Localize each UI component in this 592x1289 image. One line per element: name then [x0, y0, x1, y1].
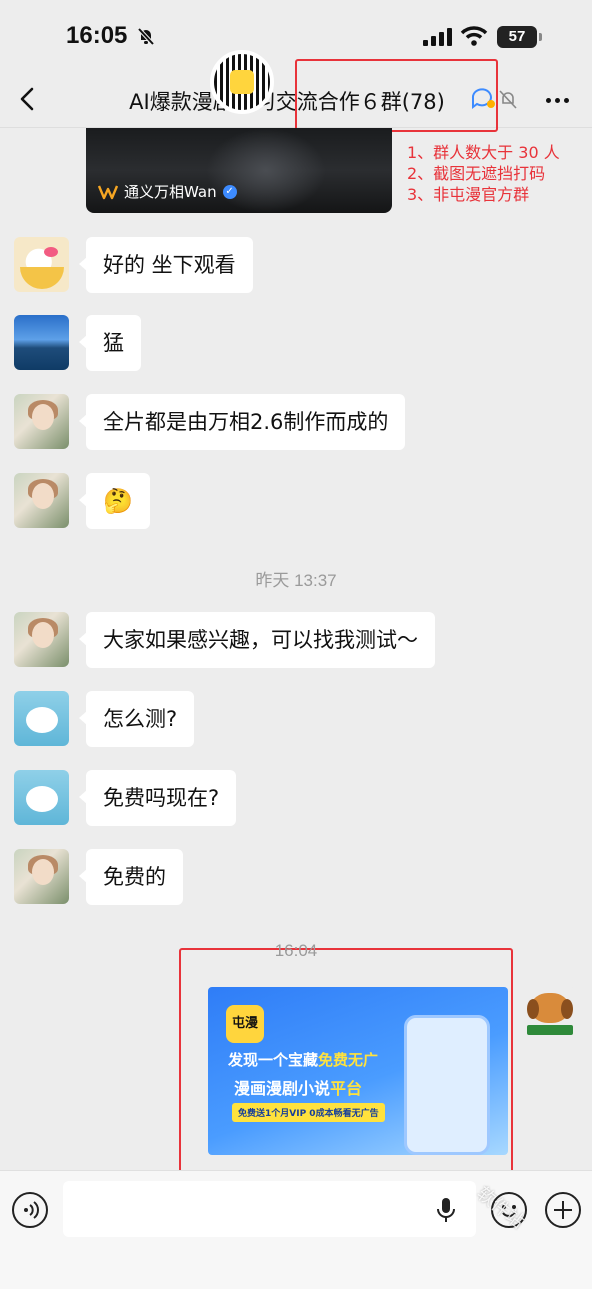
message-bubble[interactable]: 大家如果感兴趣，可以找我测试～ — [79, 612, 435, 668]
video-source-name: 通义万相Wan — [124, 183, 217, 201]
status-time: 16:05 — [66, 22, 128, 49]
wifi-icon — [460, 26, 488, 46]
message-bubble[interactable]: 怎么测? — [78, 691, 195, 747]
bell-muted-icon — [137, 27, 155, 46]
video-source: 通义万相Wan ✓ — [98, 181, 237, 202]
microphone-icon[interactable] — [436, 1196, 456, 1224]
message-bubble[interactable]: 免费的 — [79, 849, 183, 905]
annotation-line: 2、截图无遮挡打码 — [407, 164, 546, 183]
ad-subheadline: 漫画漫剧小说平台 — [234, 1079, 363, 1098]
voice-input-button[interactable] — [12, 1192, 48, 1228]
timestamp: 昨天 13:37 — [255, 571, 337, 590]
qr-logo — [230, 70, 254, 94]
avatar[interactable] — [14, 237, 69, 292]
video-message-card[interactable]: 通义万相Wan ✓ — [86, 128, 392, 213]
avatar[interactable] — [14, 770, 69, 825]
annotation-note: 1、群人数大于 30 人 2、截图无遮挡打码 3、非屯漫官方群 — [407, 142, 560, 205]
avatar[interactable] — [14, 849, 69, 904]
cellular-signal-icon — [423, 28, 452, 46]
notification-muted-icon — [499, 90, 517, 109]
plus-icon — [554, 1201, 572, 1219]
phone-mockup — [404, 1015, 490, 1155]
verified-icon: ✓ — [222, 184, 237, 199]
avatar[interactable] — [14, 315, 69, 370]
message-bubble[interactable]: 🤔 — [79, 473, 150, 529]
ad-promo-strip: 免费送1个月VIP 0成本畅看无广告 — [232, 1103, 385, 1122]
image-message[interactable]: 屯漫 发现一个宝藏免费无广 漫画漫剧小说平台 免费送1个月VIP 0成本畅看无广… — [208, 987, 508, 1155]
more-options-button[interactable] — [540, 88, 576, 112]
my-avatar[interactable] — [523, 987, 578, 1042]
more-actions-button[interactable] — [545, 1192, 581, 1228]
avatar[interactable] — [14, 394, 69, 449]
message-bubble[interactable]: 好的 坐下观看 — [79, 237, 253, 293]
avatar[interactable] — [14, 473, 69, 528]
message-bubble[interactable]: 全片都是由万相2.6制作而成的 — [78, 394, 406, 450]
avatar[interactable] — [14, 691, 69, 746]
tunman-logo: 屯漫 — [226, 1005, 264, 1043]
timestamp: 16:04 — [274, 941, 318, 960]
annotation-line: 3、非屯漫官方群 — [407, 185, 530, 204]
wan-logo-icon — [98, 185, 118, 199]
voice-icon — [24, 1201, 39, 1219]
battery-indicator: 57 — [497, 26, 542, 48]
message-input[interactable] — [63, 1181, 476, 1237]
title-highlight-box — [295, 59, 498, 132]
message-bubble[interactable]: 免费吗现在? — [78, 770, 237, 826]
annotation-line: 1、群人数大于 30 人 — [407, 143, 560, 162]
message-bubble[interactable]: 猛 — [79, 315, 141, 371]
avatar[interactable] — [14, 612, 69, 667]
ad-headline: 发现一个宝藏免费无广 — [228, 1051, 379, 1069]
